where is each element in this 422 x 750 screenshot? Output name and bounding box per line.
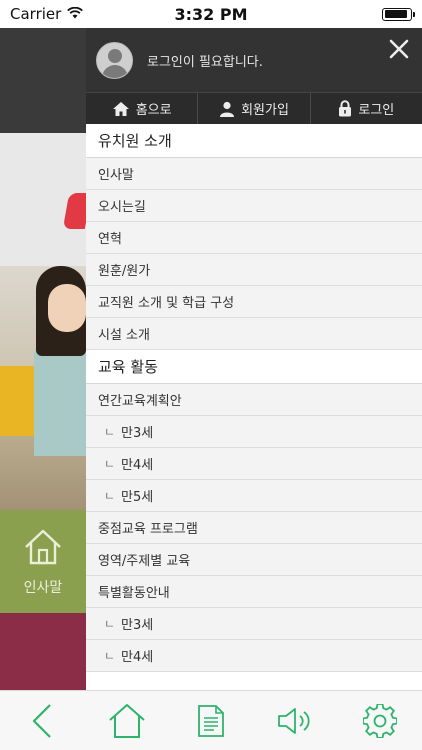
home-icon [108, 703, 145, 738]
side-drawer: 로그인이 필요합니다. 홈으로 회원가입 로그인 유치원 소개인사말오시는길연혁… [86, 28, 422, 690]
lock-icon [339, 100, 352, 117]
speaker-icon [278, 707, 310, 734]
close-icon [389, 39, 409, 59]
status-bar: Carrier 3:32 PM [0, 0, 422, 28]
menu-item-label: 만5세 [121, 490, 154, 505]
back-icon [33, 703, 51, 738]
sound-button[interactable] [265, 696, 325, 746]
menu-subitem[interactable]: ㄴ 만4세 [86, 448, 422, 480]
banner-logo-fragment [62, 193, 86, 229]
menu-item[interactable]: 원훈/원가 [86, 254, 422, 286]
menu-item[interactable]: 연혁 [86, 222, 422, 254]
document-button[interactable] [181, 696, 241, 746]
home-button-label: 홈으로 [135, 103, 172, 118]
photo-chair [0, 366, 34, 436]
menu-subitem[interactable]: ㄴ 만3세 [86, 416, 422, 448]
branch-marker: ㄴ [104, 617, 116, 631]
menu-item-label: 오시는길 [98, 200, 146, 215]
menu-item[interactable]: 영역/주제별 교육 [86, 544, 422, 576]
home-button[interactable]: 홈으로 [86, 93, 199, 124]
menu-item-label: 교육 활동 [98, 358, 158, 376]
menu-item[interactable]: 중점교육 프로그램 [86, 512, 422, 544]
menu-subitem[interactable]: ㄴ 만5세 [86, 480, 422, 512]
photo-child-face [48, 284, 86, 332]
background-page: 인사말 [0, 28, 86, 690]
background-photo [0, 266, 86, 510]
menu-item-label: 만4세 [121, 650, 154, 665]
photo-child-dress [34, 346, 86, 456]
tile-label: 인사말 [23, 579, 63, 596]
menu-item-label: 중점교육 프로그램 [98, 522, 198, 537]
login-button[interactable]: 로그인 [311, 93, 422, 124]
menu-item-label: 인사말 [98, 168, 134, 183]
menu-item[interactable]: 시설 소개 [86, 318, 422, 350]
avatar[interactable] [96, 41, 133, 79]
menu-item[interactable]: 오시는길 [86, 190, 422, 222]
settings-icon [362, 703, 397, 738]
menu-item-label: 교직원 소개 및 학급 구성 [98, 296, 235, 311]
document-icon [198, 704, 224, 737]
branch-marker: ㄴ [104, 649, 116, 663]
carrier-label: Carrier [10, 5, 62, 23]
battery-icon [382, 7, 415, 21]
background-banner [0, 133, 86, 266]
menu-section[interactable]: 유치원 소개 [86, 124, 422, 158]
login-message: 로그인이 필요합니다. [147, 54, 263, 70]
branch-marker: ㄴ [104, 489, 116, 503]
menu-subitem[interactable]: ㄴ 만3세 [86, 608, 422, 640]
menu-item-label: 만4세 [121, 458, 154, 473]
menu-item-label: 원훈/원가 [98, 264, 151, 279]
home-toolbar-button[interactable] [97, 696, 157, 746]
menu-item[interactable]: 연간교육계획안 [86, 384, 422, 416]
menu-section[interactable]: 교육 활동 [86, 350, 422, 384]
tile-secondary[interactable] [0, 613, 86, 690]
menu-item-label: 연혁 [98, 232, 122, 247]
menu-subitem[interactable]: ㄴ 만4세 [86, 640, 422, 672]
menu-item-label: 유치원 소개 [98, 132, 172, 150]
branch-marker: ㄴ [104, 425, 116, 439]
login-button-label: 로그인 [358, 103, 395, 118]
signup-button[interactable]: 회원가입 [198, 93, 311, 124]
home-icon [112, 101, 129, 116]
menu-item-label: 만3세 [121, 426, 154, 441]
wifi-icon [67, 5, 84, 23]
close-button[interactable] [386, 36, 412, 62]
menu-item-label: 시설 소개 [98, 328, 150, 343]
status-time: 3:32 PM [174, 4, 248, 24]
bottom-toolbar [0, 690, 422, 750]
status-left: Carrier [10, 5, 84, 23]
branch-marker: ㄴ [104, 457, 116, 471]
menu-item-label: 특별활동안내 [98, 586, 170, 601]
signup-button-label: 회원가입 [241, 103, 289, 118]
menu-item-label: 만3세 [121, 618, 154, 633]
menu-item-label: 연간교육계획안 [98, 394, 182, 409]
settings-button[interactable] [350, 696, 410, 746]
home-outline-icon [22, 527, 64, 571]
drawer-nav: 홈으로 회원가입 로그인 [86, 92, 422, 124]
battery-fill [384, 10, 407, 18]
drawer-header: 로그인이 필요합니다. [86, 28, 422, 92]
background-header [0, 28, 86, 133]
back-button[interactable] [12, 696, 72, 746]
menu-item[interactable]: 교직원 소개 및 학급 구성 [86, 286, 422, 318]
tile-greeting[interactable]: 인사말 [0, 510, 86, 613]
menu-item[interactable]: 특별활동안내 [86, 576, 422, 608]
user-icon [220, 101, 235, 117]
drawer-menu: 유치원 소개인사말오시는길연혁원훈/원가교직원 소개 및 학급 구성시설 소개교… [86, 124, 422, 672]
menu-item-label: 영역/주제별 교육 [98, 554, 191, 569]
menu-item[interactable]: 인사말 [86, 158, 422, 190]
